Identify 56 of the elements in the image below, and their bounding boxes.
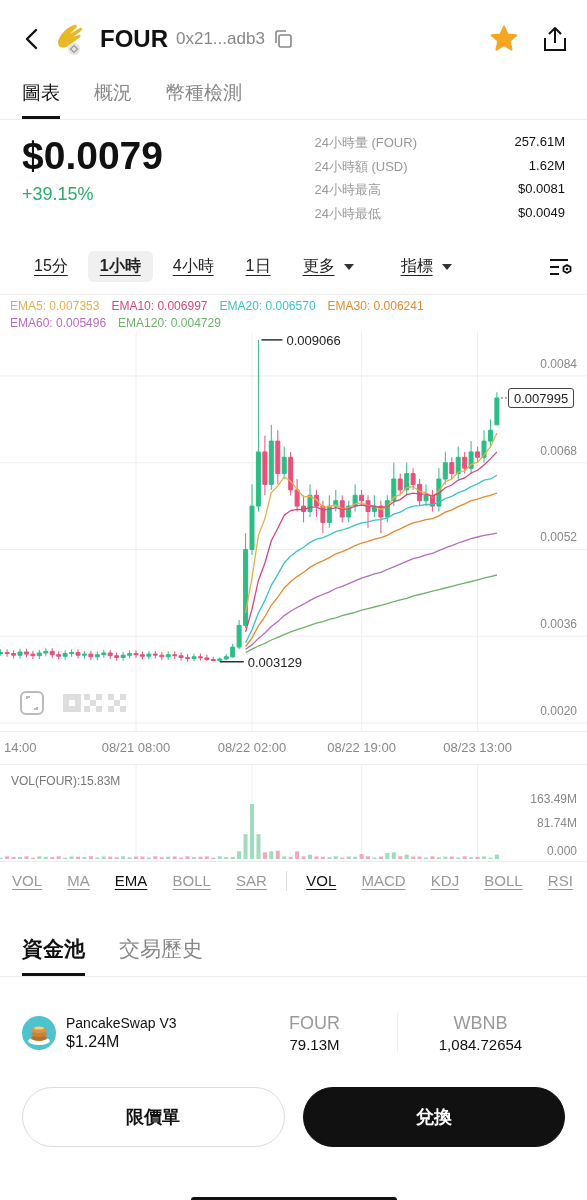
stat-label: 24小時最高 bbox=[314, 181, 382, 199]
stat-value: $0.0049 bbox=[517, 204, 565, 222]
interval-tab[interactable]: 1小時 bbox=[87, 251, 153, 282]
section-tab[interactable]: 資金池 bbox=[22, 931, 85, 976]
price-change: +39.15% bbox=[22, 184, 95, 205]
price-axis-label: 0.0036 bbox=[540, 617, 577, 632]
pool-amount: 79.13M bbox=[289, 1036, 340, 1053]
price-axis-label: 0.0068 bbox=[540, 443, 577, 458]
volume-title: VOL(FOUR):15.83M bbox=[11, 774, 121, 788]
price-axis-label: 0.0052 bbox=[540, 530, 577, 545]
stat-label: 24小時量 (FOUR) bbox=[314, 134, 418, 152]
dropdown-button[interactable]: 更多 bbox=[290, 251, 367, 282]
limit-order-button[interactable]: 限價單 bbox=[22, 1087, 285, 1147]
ema-legend: EMA30: 0.006241 bbox=[327, 299, 424, 315]
time-axis-label: 08/22 19:00 bbox=[327, 740, 396, 755]
pool-value: $1.24M bbox=[66, 1033, 121, 1051]
stat-label: 24小時最低 bbox=[314, 204, 382, 223]
pool-amount: 1,084.72654 bbox=[438, 1036, 523, 1053]
time-axis-label: 08/23 13:00 bbox=[443, 740, 512, 755]
time-axis-label: 08/22 02:00 bbox=[217, 740, 287, 755]
stat-value: 1.62M bbox=[527, 157, 565, 175]
price: $0.0079 bbox=[22, 134, 163, 178]
swap-button[interactable]: 兌換 bbox=[302, 1087, 565, 1147]
price-axis-label: 0.0084 bbox=[540, 357, 577, 371]
ema-legend: EMA20: 0.006570 bbox=[219, 299, 316, 315]
ema-legend: EMA120: 0.004729 bbox=[118, 315, 221, 331]
interval-tab[interactable]: 15分 bbox=[22, 251, 80, 282]
pool-name: PancakeSwap V3 bbox=[66, 1015, 177, 1031]
page-tab[interactable]: 概況 bbox=[94, 78, 132, 119]
volume-axis-label: 81.74M bbox=[536, 816, 577, 830]
last-price-label: 0.007995 bbox=[508, 387, 575, 408]
indicator-tab[interactable]: EMA bbox=[108, 870, 154, 891]
section-tab[interactable]: 交易歷史 bbox=[119, 931, 203, 976]
low-price-label: 0.003129 bbox=[247, 654, 302, 670]
volume-axis-label: 0.000 bbox=[546, 844, 577, 858]
time-axis-label: 14:00 bbox=[4, 740, 37, 755]
volume-axis-label: 163.49M bbox=[530, 792, 577, 806]
page-tab[interactable]: 幣種檢測 bbox=[166, 78, 242, 119]
dropdown-button[interactable]: 指標 bbox=[388, 251, 465, 282]
indicator-tab[interactable]: VOL bbox=[300, 870, 343, 891]
interval-tab[interactable]: 4小時 bbox=[160, 251, 226, 282]
contract-address: 0x21...adb3 bbox=[176, 29, 265, 49]
token-name: FOUR bbox=[100, 25, 168, 53]
ema-legend: EMA60: 0.005496 bbox=[10, 315, 107, 331]
stat-label: 24小時額 (USD) bbox=[314, 157, 409, 176]
page-tab[interactable]: 圖表 bbox=[22, 78, 60, 119]
time-axis-label: 08/21 08:00 bbox=[101, 740, 171, 755]
high-price-label: 0.009066 bbox=[286, 332, 341, 348]
pool-token: FOUR bbox=[289, 1013, 340, 1034]
price-axis-label: 0.0020 bbox=[540, 704, 577, 718]
interval-tab[interactable]: 1日 bbox=[233, 251, 283, 282]
ema-legend: EMA5: 0.007353 bbox=[10, 299, 100, 315]
ema-legend: EMA10: 0.006997 bbox=[111, 299, 208, 315]
pool-token: WBNB bbox=[453, 1013, 508, 1034]
stat-value: 257.61M bbox=[514, 134, 565, 151]
stat-value: $0.0081 bbox=[517, 181, 565, 198]
